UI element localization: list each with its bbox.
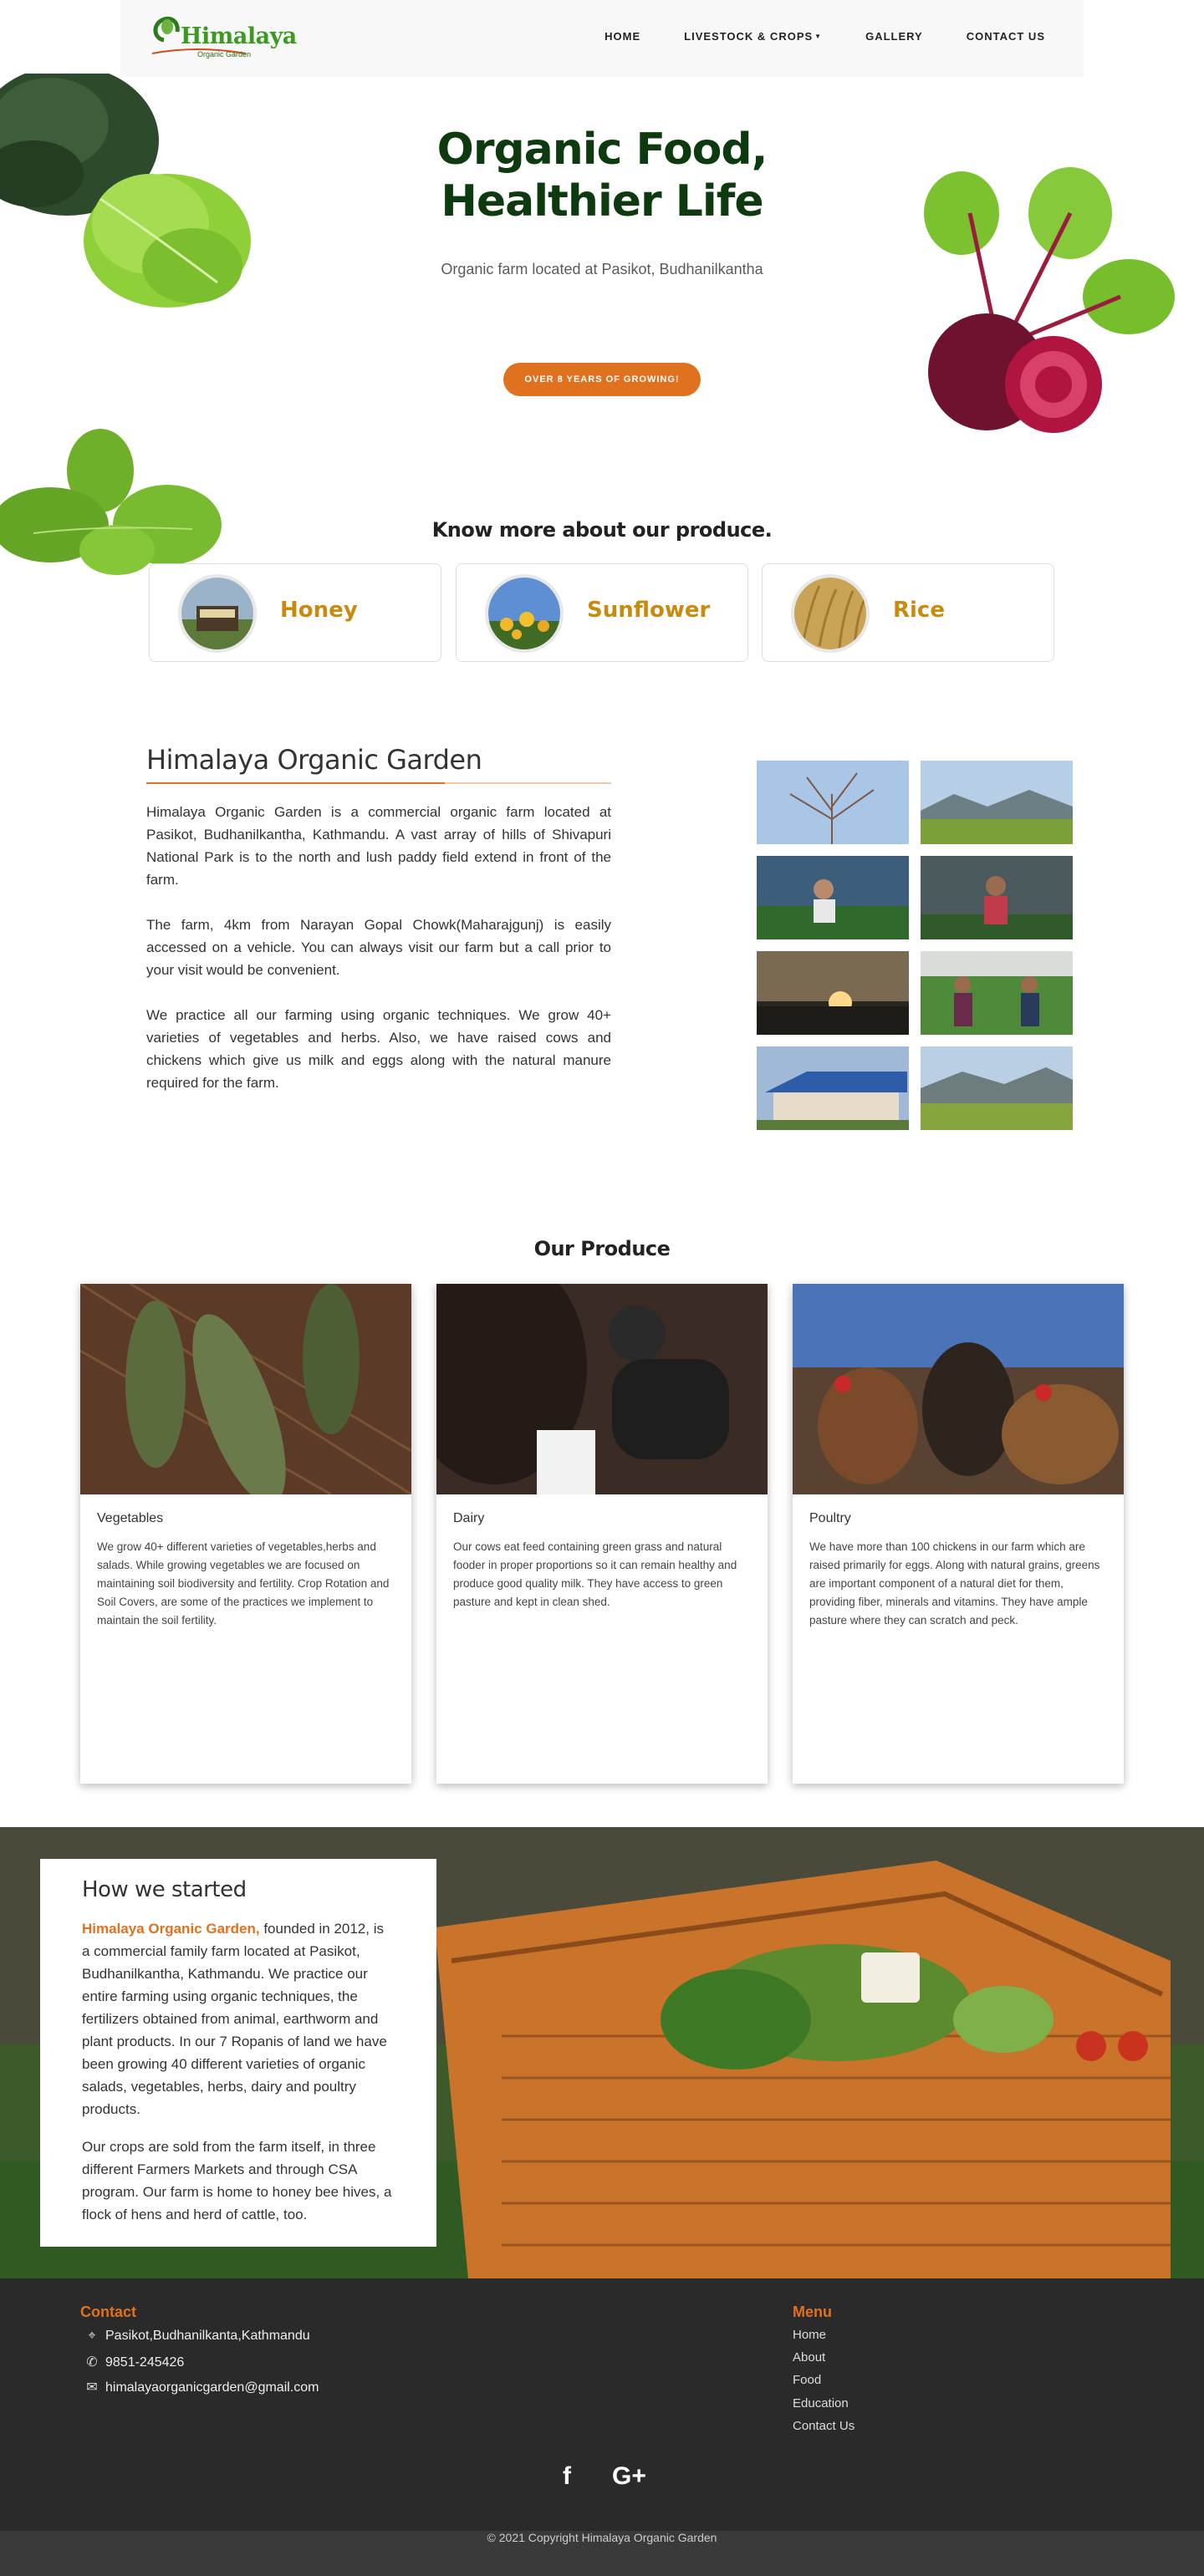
dairy-image bbox=[436, 1284, 768, 1494]
basil-image bbox=[0, 429, 222, 575]
phone-icon: ✆ bbox=[86, 2355, 98, 2370]
gallery-photo-8[interactable] bbox=[921, 1046, 1073, 1130]
produce-card-honey[interactable]: Honey bbox=[149, 563, 441, 662]
rice-image bbox=[791, 574, 870, 653]
footer-link-home[interactable]: Home bbox=[793, 2328, 826, 2342]
our-produce-heading: Our Produce bbox=[533, 1237, 671, 1260]
produce-links-heading: Know more about our produce. bbox=[431, 518, 773, 542]
about-title-underline bbox=[146, 782, 611, 784]
gallery-photo-4[interactable] bbox=[921, 856, 1073, 939]
sunflower-image bbox=[485, 574, 564, 653]
footer-link-contact-us[interactable]: Contact Us bbox=[793, 2419, 855, 2433]
logo-tagline: Organic Garden bbox=[197, 50, 252, 59]
how-we-started-paragraph-1: Himalaya Organic Garden, founded in 2012… bbox=[82, 1917, 395, 2120]
how-we-started-paragraph-2: Our crops are sold from the farm itself,… bbox=[82, 2139, 392, 2222]
footer-link-about[interactable]: About bbox=[793, 2350, 825, 2365]
gallery-photo-3[interactable] bbox=[757, 856, 909, 939]
footer bbox=[0, 2278, 1204, 2531]
produce-card-honey-label: Honey bbox=[280, 598, 358, 623]
produce-card-sunflower[interactable]: Sunflower bbox=[456, 563, 748, 662]
footer-menu-heading: Menu bbox=[793, 2304, 832, 2320]
gallery-photo-1[interactable] bbox=[757, 761, 909, 844]
nav-gallery[interactable]: GALLERY bbox=[844, 30, 945, 43]
footer-address-text: Pasikot,Budhanilkanta,Kathmandu bbox=[105, 2329, 310, 2343]
hero-subtitle: Organic farm located at Pasikot, Budhani… bbox=[441, 261, 763, 277]
footer-email[interactable]: ✉ himalayaorganicgarden@gmail.com bbox=[84, 2379, 319, 2395]
produce-card-rice[interactable]: Rice bbox=[762, 563, 1054, 662]
nav-home[interactable]: HOME bbox=[583, 30, 662, 43]
logo-text: Himalaya bbox=[181, 23, 297, 49]
about-paragraph-1: Himalaya Organic Garden is a commercial … bbox=[146, 804, 611, 888]
vegetables-image bbox=[80, 1284, 411, 1494]
nav-contact-us[interactable]: CONTACT US bbox=[945, 30, 1067, 43]
hero-title-line1: Organic Food, bbox=[436, 125, 768, 175]
hero-title-line2: Healthier Life bbox=[441, 176, 763, 227]
how-we-started-paragraph-1-text: founded in 2012, is a commercial family … bbox=[82, 1921, 387, 2117]
poultry-image bbox=[793, 1284, 1124, 1494]
produce-card-vegetables: Vegetables We grow 40+ different varieti… bbox=[80, 1284, 411, 1784]
how-we-started-title: How we started bbox=[82, 1877, 247, 1902]
vegetables-text: We grow 40+ different varieties of veget… bbox=[97, 1540, 390, 1627]
gallery-photo-7[interactable] bbox=[757, 1046, 909, 1130]
nav-livestock-crops-label: LIVESTOCK & CROPS bbox=[684, 30, 814, 43]
about-paragraph-2: The farm, 4km from Narayan Gopal Chowk(M… bbox=[146, 917, 611, 978]
footer-phone: ✆ 9851-245426 bbox=[84, 2354, 184, 2370]
footer-phone-text: 9851-245426 bbox=[105, 2355, 185, 2370]
envelope-icon: ✉ bbox=[86, 2380, 98, 2395]
gallery-photo-6[interactable] bbox=[921, 951, 1073, 1035]
hero-title: Organic Food, Healthier Life bbox=[351, 124, 853, 227]
map-marker-icon: ⌖ bbox=[88, 2329, 96, 2343]
nav-livestock-crops[interactable]: LIVESTOCK & CROPS ▼ bbox=[662, 30, 844, 43]
years-growing-button[interactable]: OVER 8 YEARS OF GROWING! bbox=[503, 363, 701, 396]
vegetables-title: Vegetables bbox=[97, 1511, 164, 1525]
how-we-started-box: How we started Himalaya Organic Garden, … bbox=[40, 1859, 436, 2247]
lettuce-image bbox=[0, 74, 251, 308]
farm-name-highlight: Himalaya Organic Garden, bbox=[82, 1921, 260, 1937]
navbar: Himalaya Organic Garden HOME LIVESTOCK &… bbox=[120, 0, 1084, 77]
about-paragraph-3: We practice all our farming using organi… bbox=[146, 1007, 611, 1091]
copyright: © 2021 Copyright Himalaya Organic Garden bbox=[0, 2531, 1204, 2576]
footer-link-food[interactable]: Food bbox=[793, 2373, 821, 2387]
footer-link-education[interactable]: Education bbox=[793, 2396, 849, 2411]
google-plus-icon[interactable]: G+ bbox=[612, 2462, 646, 2491]
produce-card-poultry: Poultry We have more than 100 chickens i… bbox=[793, 1284, 1124, 1784]
gallery-photo-2[interactable] bbox=[921, 761, 1073, 844]
about-title: Himalaya Organic Garden bbox=[146, 744, 482, 776]
nav-menu: HOME LIVESTOCK & CROPS ▼ GALLERY CONTACT … bbox=[583, 30, 1067, 43]
poultry-title: Poultry bbox=[809, 1511, 851, 1525]
caret-down-icon: ▼ bbox=[814, 33, 823, 40]
footer-address: ⌖ Pasikot,Budhanilkanta,Kathmandu bbox=[84, 2329, 310, 2344]
dairy-title: Dairy bbox=[453, 1511, 485, 1525]
poultry-text: We have more than 100 chickens in our fa… bbox=[809, 1540, 1100, 1627]
gallery-photo-5[interactable] bbox=[757, 951, 909, 1035]
facebook-icon[interactable]: f bbox=[563, 2462, 571, 2491]
produce-card-rice-label: Rice bbox=[893, 598, 945, 623]
dairy-text: Our cows eat feed containing green grass… bbox=[453, 1540, 737, 1608]
produce-card-sunflower-label: Sunflower bbox=[587, 598, 711, 623]
logo[interactable]: Himalaya Organic Garden bbox=[145, 8, 297, 67]
footer-contact-heading: Contact bbox=[80, 2304, 136, 2320]
honey-image bbox=[178, 574, 257, 653]
produce-card-dairy: Dairy Our cows eat feed containing green… bbox=[436, 1284, 768, 1784]
beetroot-image bbox=[924, 167, 1175, 433]
footer-email-text: himalayaorganicgarden@gmail.com bbox=[105, 2380, 319, 2395]
